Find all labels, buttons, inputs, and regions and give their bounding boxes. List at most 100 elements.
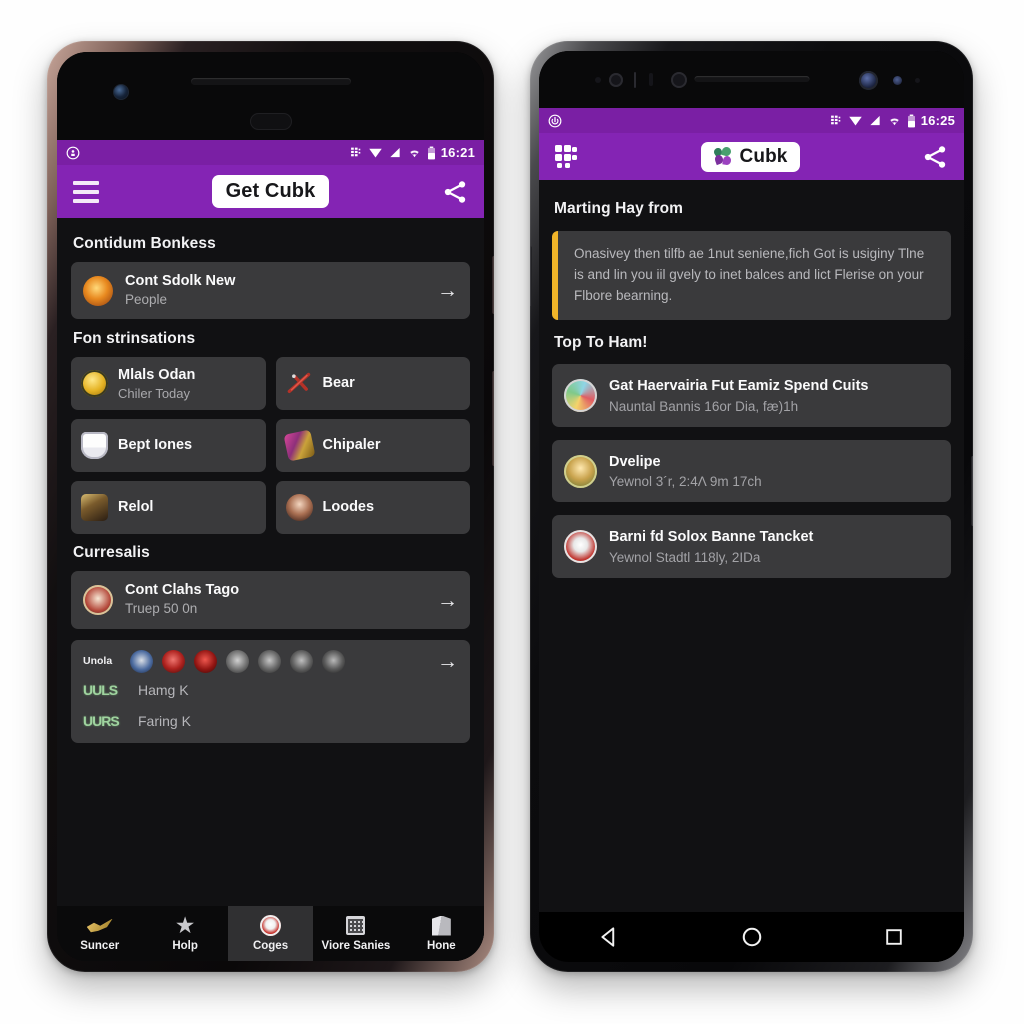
- battery-icon: [907, 114, 915, 127]
- nav-item-coges[interactable]: Coges: [227, 906, 314, 961]
- list-item[interactable]: Gat Haervairia Fut Eamiz Spend Cuits Nau…: [552, 363, 951, 427]
- list-item[interactable]: Cont Sdolk New People →: [71, 262, 470, 320]
- ir-sensor-icon: [609, 73, 623, 87]
- calendar-icon: [346, 916, 366, 935]
- right-phone-top-bezel: [539, 51, 964, 108]
- tile-item[interactable]: Loodes: [275, 481, 470, 535]
- portrait-icon: [285, 494, 313, 522]
- cell-signal-icon: [390, 147, 400, 158]
- nav-label: Viore Sanies: [321, 939, 391, 952]
- info-callout: Onasivey then tilfb ae 1nut seniene,fich…: [552, 231, 951, 320]
- avatar: [83, 275, 113, 306]
- list-item-subtitle: People: [125, 292, 168, 308]
- left-phone-top-bezel: [57, 52, 484, 140]
- section-heading-contidum: Contidum Bonkess: [73, 235, 216, 252]
- earpiece-speaker: [694, 76, 809, 82]
- logo-blob-4: [226, 649, 249, 673]
- callout-text: Onasivey then tilfb ae 1nut seniene,fich…: [574, 246, 925, 303]
- nav-label: Suncer: [80, 939, 120, 952]
- chevron-right-icon: →: [437, 279, 458, 303]
- box-icon: [431, 915, 451, 936]
- tile-label: Mlals Odan: [118, 367, 196, 384]
- strip-item-label: Faring K: [138, 712, 191, 729]
- nav-item-holp[interactable]: ★ Holp: [142, 906, 227, 961]
- tile-label: Relol: [118, 499, 154, 516]
- hamburger-icon[interactable]: [73, 180, 99, 203]
- home-circle-icon[interactable]: [739, 924, 765, 950]
- right-phone-power-button[interactable]: [971, 456, 973, 526]
- logos-strip-card[interactable]: Unola → UULS Hamg K UURS Faring K: [71, 639, 470, 743]
- strip-list-item[interactable]: UURS Faring K: [83, 704, 458, 735]
- left-status-bar: 16:21: [57, 140, 484, 165]
- tile-label: Bept Iones: [118, 437, 193, 454]
- tile-item[interactable]: Bept Iones: [71, 419, 266, 473]
- list-item-subtitle: Truep 50 0n: [125, 601, 198, 617]
- list-item-title: Dvelipe: [609, 453, 661, 470]
- recents-square-icon[interactable]: [882, 925, 906, 949]
- tile-item[interactable]: Mlals Odan Chiler Today: [71, 357, 266, 411]
- left-content: Contidum Bonkess Cont Sdolk New People →…: [57, 218, 484, 961]
- strip-list-item[interactable]: UULS Hamg K: [83, 673, 458, 704]
- strip-item-label: Hamg K: [138, 681, 189, 698]
- tile-label: Loodes: [322, 499, 375, 516]
- share-icon[interactable]: [442, 179, 468, 205]
- brand-mark-icon: UURS: [83, 712, 120, 729]
- right-title-chip[interactable]: Cubk: [700, 141, 801, 172]
- left-phone-screen: 16:21 Get Cubk Contidum Bonkess Cont Sdo…: [57, 140, 484, 961]
- battery-icon: [427, 146, 435, 159]
- star-icon: ★: [176, 914, 195, 937]
- right-phone-volume-button[interactable]: [530, 246, 532, 306]
- tile-label: Chipaler: [322, 437, 381, 454]
- left-phone-power-button[interactable]: [492, 256, 494, 314]
- brand-mark-icon: UULS: [83, 681, 118, 698]
- list-item-subtitle: Yewnol Stadtl 118ly, 2IDa: [609, 550, 761, 566]
- list-item-title: Barni fd Solox Banne Tancket: [609, 529, 814, 546]
- plane-icon: [286, 370, 313, 397]
- nav-item-suncer[interactable]: Suncer: [57, 906, 142, 961]
- left-title-chip[interactable]: Get Cubk: [211, 175, 330, 208]
- tile-item[interactable]: Relol: [71, 481, 266, 535]
- led-indicator-icon: [634, 72, 636, 88]
- tile-item[interactable]: Chipaler: [275, 419, 470, 473]
- section-heading-curresalis: Curresalis: [73, 544, 150, 562]
- nav-label: Hone: [426, 939, 456, 952]
- extra-sensor-icon: [915, 78, 920, 83]
- logo-blob-7: [322, 649, 345, 673]
- list-item-title: Cont Sdolk New: [125, 273, 236, 289]
- nav-item-viore-sanies[interactable]: Viore Sanies: [313, 906, 398, 961]
- right-app-title: Cubk: [739, 145, 788, 167]
- wifi-signal-icon: [369, 148, 382, 158]
- list-item[interactable]: Barni fd Solox Banne Tancket Yewnol Stad…: [552, 515, 951, 579]
- nav-item-hone[interactable]: Hone: [399, 906, 484, 961]
- badge-icon: [260, 915, 282, 936]
- chevron-right-icon: →: [437, 588, 458, 612]
- avatar: [564, 530, 597, 564]
- list-item[interactable]: Cont Clahs Tago Truep 50 0n →: [71, 571, 470, 629]
- right-list-heading: Top To Ham!: [554, 333, 648, 351]
- right-phone-device: 16:25 Cubk Marting Hay from Onasivey the…: [530, 41, 973, 972]
- right-status-time: 16:25: [920, 113, 955, 128]
- share-icon[interactable]: [922, 144, 948, 170]
- camera-sensor-icon: [671, 72, 687, 88]
- screenshot-stage: 16:21 Get Cubk Contidum Bonkess Cont Sdo…: [0, 0, 1024, 1024]
- left-status-time: 16:21: [440, 145, 475, 160]
- earpiece-speaker: [190, 78, 351, 85]
- wifi-icon: [890, 118, 899, 126]
- left-app-title: Get Cubk: [225, 180, 316, 202]
- list-item[interactable]: Dvelipe Yewnol 3´r, 2:4Λ 9m 17ch: [552, 439, 951, 503]
- light-sensor-icon: [649, 73, 653, 86]
- wifi-icon: [410, 150, 419, 158]
- back-triangle-icon[interactable]: [597, 924, 623, 950]
- cell-signal-icon: [870, 115, 880, 126]
- left-phone-volume-button[interactable]: [492, 371, 494, 466]
- list-item-subtitle: Yewnol 3´r, 2:4Λ 9m 17ch: [609, 474, 762, 490]
- bottom-navigation-bar: Suncer ★ Holp Coges Viore Sanies Hone: [57, 906, 484, 961]
- avatar: [83, 585, 113, 616]
- list-item-subtitle: Nauntal Bannis 16or Dia, fæ)1h: [609, 398, 799, 414]
- grid-icon[interactable]: [555, 144, 579, 169]
- cubk-logo-icon: [711, 145, 733, 166]
- sensor-pill: [249, 113, 292, 130]
- tile-label: Bear: [322, 375, 355, 392]
- tile-item[interactable]: Bear: [275, 357, 470, 411]
- sim-icon: [830, 115, 841, 125]
